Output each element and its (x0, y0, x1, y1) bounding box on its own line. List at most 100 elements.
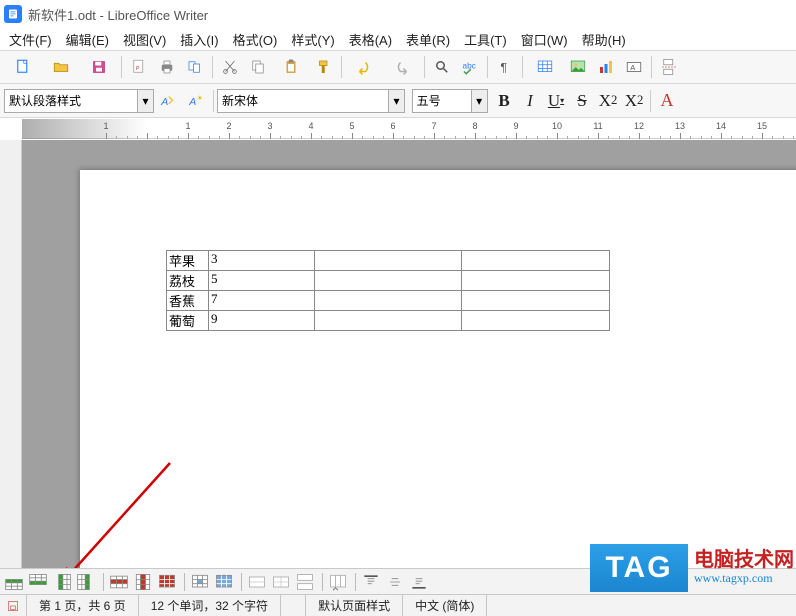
insert-row-below-button[interactable] (28, 572, 50, 592)
table-cell[interactable] (462, 271, 610, 291)
menu-table[interactable]: 表格(A) (342, 28, 399, 51)
underline-button[interactable]: U ▾ (543, 88, 569, 114)
print-button[interactable] (154, 54, 180, 80)
paragraph-style-combo[interactable]: 默认段落样式 ▾ (4, 89, 154, 113)
menu-file[interactable]: 文件(F) (2, 28, 59, 51)
insert-text-box-button[interactable]: A (621, 54, 647, 80)
menu-edit[interactable]: 编辑(E) (59, 28, 116, 51)
font-name-combo[interactable]: 新宋体 ▾ (217, 89, 405, 113)
table-cell[interactable] (315, 291, 462, 311)
subscript-button[interactable]: X2 (621, 88, 647, 114)
table-cell[interactable]: 葡萄 (167, 311, 209, 331)
table-row[interactable]: 香蕉7 (167, 291, 610, 311)
table-cell[interactable] (315, 251, 462, 271)
table-cell[interactable]: 苹果 (167, 251, 209, 271)
redo-button[interactable] (384, 54, 420, 80)
table-cell[interactable] (462, 311, 610, 331)
insert-col-right-button[interactable] (76, 572, 98, 592)
table-cell[interactable]: 9 (209, 311, 315, 331)
title-bar: 新软件1.odt - LibreOffice Writer (0, 0, 796, 28)
spellcheck-button[interactable]: abc (457, 54, 483, 80)
table-cell[interactable]: 5 (209, 271, 315, 291)
menu-help[interactable]: 帮助(H) (575, 28, 633, 51)
align-center-button[interactable] (385, 572, 407, 592)
chevron-down-icon[interactable]: ▾ (388, 90, 404, 112)
insert-row-above-button[interactable] (4, 572, 26, 592)
optimize-size-button[interactable] (328, 572, 350, 592)
find-replace-button[interactable] (429, 54, 455, 80)
horizontal-ruler[interactable]: 11234567891011121314151617 (22, 119, 796, 139)
menu-window[interactable]: 窗口(W) (514, 28, 575, 51)
table-cell[interactable] (315, 311, 462, 331)
font-color-button[interactable]: A (654, 88, 680, 114)
font-size-combo[interactable]: 五号 ▾ (412, 89, 488, 113)
insert-page-break-button[interactable] (656, 54, 682, 80)
menu-view[interactable]: 视图(V) (116, 28, 173, 51)
table-cell[interactable]: 荔枝 (167, 271, 209, 291)
update-style-button[interactable]: A (155, 88, 181, 114)
new-style-button[interactable]: A✶ (183, 88, 209, 114)
vertical-ruler[interactable] (0, 140, 22, 568)
open-button[interactable] (43, 54, 79, 80)
table-cell[interactable] (462, 291, 610, 311)
split-table-button[interactable] (295, 572, 317, 592)
menu-styles[interactable]: 样式(Y) (284, 28, 341, 51)
save-status-icon[interactable] (0, 595, 27, 616)
menu-format[interactable]: 格式(O) (226, 28, 285, 51)
italic-button[interactable]: I (517, 88, 543, 114)
watermark-tag: TAG (590, 544, 688, 592)
word-count-status[interactable]: 12 个单词，32 个字符 (139, 595, 281, 616)
split-cells-button[interactable] (271, 572, 293, 592)
page-style-status[interactable]: 默认页面样式 (306, 595, 403, 616)
new-button[interactable] (5, 54, 41, 80)
strikethrough-button[interactable]: S (569, 88, 595, 114)
table-cell[interactable]: 香蕉 (167, 291, 209, 311)
status-empty (281, 595, 306, 616)
cut-button[interactable] (217, 54, 243, 80)
standard-toolbar: P abc ¶ A (0, 50, 796, 84)
svg-text:A: A (188, 95, 196, 107)
nonprinting-chars-button[interactable]: ¶ (492, 54, 518, 80)
window-title: 新软件1.odt - LibreOffice Writer (28, 5, 208, 24)
status-bar: 第 1 页，共 6 页 12 个单词，32 个字符 默认页面样式 中文 (简体) (0, 594, 796, 616)
table-row[interactable]: 荔枝5 (167, 271, 610, 291)
delete-col-button[interactable] (133, 572, 155, 592)
align-top-button[interactable] (361, 572, 383, 592)
language-status[interactable]: 中文 (简体) (403, 595, 487, 616)
chevron-down-icon[interactable]: ▾ (471, 90, 487, 112)
print-preview-button[interactable] (182, 54, 208, 80)
app-icon (4, 5, 22, 23)
delete-table-button[interactable] (157, 572, 179, 592)
bold-button[interactable]: B (491, 88, 517, 114)
export-pdf-button[interactable]: P (126, 54, 152, 80)
superscript-button[interactable]: X2 (595, 88, 621, 114)
clone-format-button[interactable] (311, 54, 337, 80)
align-bottom-button[interactable] (409, 572, 431, 592)
select-table-button[interactable] (214, 572, 236, 592)
page: 苹果3荔枝5香蕉7葡萄9 (80, 170, 796, 568)
insert-col-left-button[interactable] (52, 572, 74, 592)
undo-button[interactable] (346, 54, 382, 80)
chevron-down-icon[interactable]: ▾ (137, 90, 153, 112)
table-row[interactable]: 葡萄9 (167, 311, 610, 331)
copy-button[interactable] (245, 54, 271, 80)
table-cell[interactable] (315, 271, 462, 291)
insert-table-button[interactable] (527, 54, 563, 80)
select-cell-button[interactable] (190, 572, 212, 592)
table-row[interactable]: 苹果3 (167, 251, 610, 271)
menu-form[interactable]: 表单(R) (399, 28, 457, 51)
merge-cells-button[interactable] (247, 572, 269, 592)
table-cell[interactable]: 7 (209, 291, 315, 311)
insert-chart-button[interactable] (593, 54, 619, 80)
save-button[interactable] (81, 54, 117, 80)
delete-row-button[interactable] (109, 572, 131, 592)
page-status[interactable]: 第 1 页，共 6 页 (27, 595, 139, 616)
insert-image-button[interactable] (565, 54, 591, 80)
menu-insert[interactable]: 插入(I) (173, 28, 225, 51)
paste-button[interactable] (273, 54, 309, 80)
menu-tools[interactable]: 工具(T) (457, 28, 514, 51)
document-area[interactable]: 苹果3荔枝5香蕉7葡萄9 (22, 140, 796, 568)
table-cell[interactable] (462, 251, 610, 271)
table-cell[interactable]: 3 (209, 251, 315, 271)
document-table[interactable]: 苹果3荔枝5香蕉7葡萄9 (166, 250, 610, 331)
